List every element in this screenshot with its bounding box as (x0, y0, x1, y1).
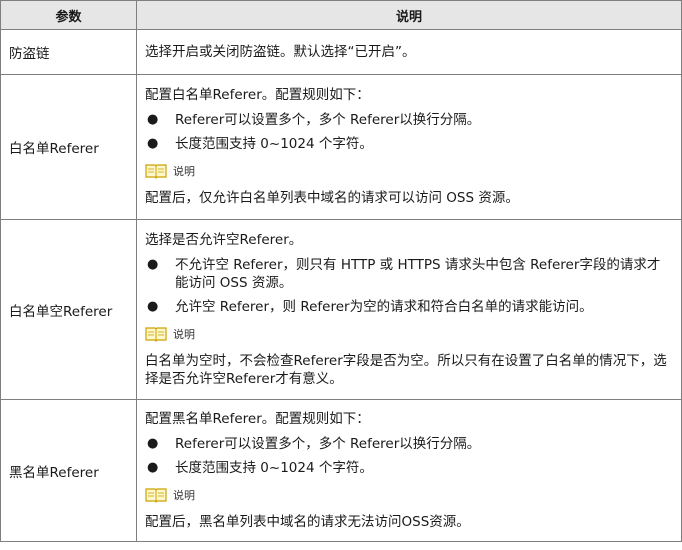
description-text: 选择开启或关闭防盗链。默认选择“已开启”。 (145, 44, 416, 60)
parameter-table: 参数 说明 防盗链 选择开启或关闭防盗链。默认选择“已开启”。 白名单Refer… (0, 0, 682, 542)
note-label: 说明 (173, 488, 195, 502)
table-row: 白名单空Referer 选择是否允许空Referer。 ● 不允许空 Refer… (0, 219, 682, 400)
note-text: 配置后，仅允许白名单列表中域名的请求可以访问 OSS 资源。 (145, 190, 519, 206)
bullet-icon: ● (147, 136, 159, 151)
table-row: 白名单Referer 配置白名单Referer。配置规则如下： ● Refere… (0, 74, 682, 220)
table-row: 防盗链 选择开启或关闭防盗链。默认选择“已开启”。 (0, 29, 682, 75)
description-text: 配置白名单Referer。配置规则如下： (145, 87, 370, 103)
note-heading: 说明 (145, 485, 673, 505)
list-item: ● 长度范围支持 0~1024 个字符。 (145, 459, 673, 477)
list-item-text: 长度范围支持 0~1024 个字符。 (175, 459, 373, 476)
list-item: ● 长度范围支持 0~1024 个字符。 (145, 135, 673, 153)
note-text: 白名单为空时，不会检查Referer字段是否为空。所以只有在设置了白名单的情况下… (145, 352, 667, 387)
note-label: 说明 (173, 327, 195, 341)
list-item-text: Referer可以设置多个，多个 Referer以换行分隔。 (175, 112, 481, 128)
param-description: 配置黑名单Referer。配置规则如下： ● Referer可以设置多个，多个 … (136, 399, 682, 542)
param-description: 配置白名单Referer。配置规则如下： ● Referer可以设置多个，多个 … (136, 74, 682, 220)
list-item-text: Referer可以设置多个，多个 Referer以换行分隔。 (175, 435, 481, 452)
param-name: 白名单空Referer (0, 219, 137, 400)
bullet-icon: ● (147, 298, 159, 314)
list-item: ● 不允许空 Referer，则只有 HTTP 或 HTTPS 请求头中包含 R… (145, 256, 673, 292)
book-icon (145, 326, 167, 342)
list-item: ● 允许空 Referer，则 Referer为空的请求和符合白名单的请求能访问… (145, 298, 673, 316)
book-icon (145, 487, 167, 503)
header-description: 说明 (136, 0, 682, 30)
param-name: 防盗链 (0, 29, 137, 75)
description-text: 配置黑名单Referer。配置规则如下： (145, 410, 370, 427)
param-name: 黑名单Referer (0, 399, 137, 542)
list-item-text: 长度范围支持 0~1024 个字符。 (175, 136, 373, 152)
bullet-icon: ● (147, 459, 159, 475)
note-heading: 说明 (145, 324, 673, 344)
list-item: ● Referer可以设置多个，多个 Referer以换行分隔。 (145, 111, 673, 129)
note-label: 说明 (173, 165, 195, 178)
book-icon (145, 164, 167, 179)
note-heading: 说明 (145, 161, 673, 181)
list-item: ● Referer可以设置多个，多个 Referer以换行分隔。 (145, 435, 673, 453)
bullet-icon: ● (147, 435, 159, 451)
param-description: 选择开启或关闭防盗链。默认选择“已开启”。 (136, 29, 682, 75)
param-name: 白名单Referer (0, 74, 137, 220)
param-description: 选择是否允许空Referer。 ● 不允许空 Referer，则只有 HTTP … (136, 219, 682, 400)
description-text: 选择是否允许空Referer。 (145, 231, 303, 248)
list-item-text: 不允许空 Referer，则只有 HTTP 或 HTTPS 请求头中包含 Ref… (175, 256, 661, 291)
bullet-icon: ● (147, 256, 159, 272)
table-header-row: 参数 说明 (0, 0, 682, 30)
list-item-text: 允许空 Referer，则 Referer为空的请求和符合白名单的请求能访问。 (175, 298, 593, 315)
header-param: 参数 (0, 0, 137, 30)
note-text: 配置后，黑名单列表中域名的请求无法访问OSS资源。 (145, 513, 470, 530)
table-row: 黑名单Referer 配置黑名单Referer。配置规则如下： ● Refere… (0, 399, 682, 542)
bullet-icon: ● (147, 112, 159, 127)
